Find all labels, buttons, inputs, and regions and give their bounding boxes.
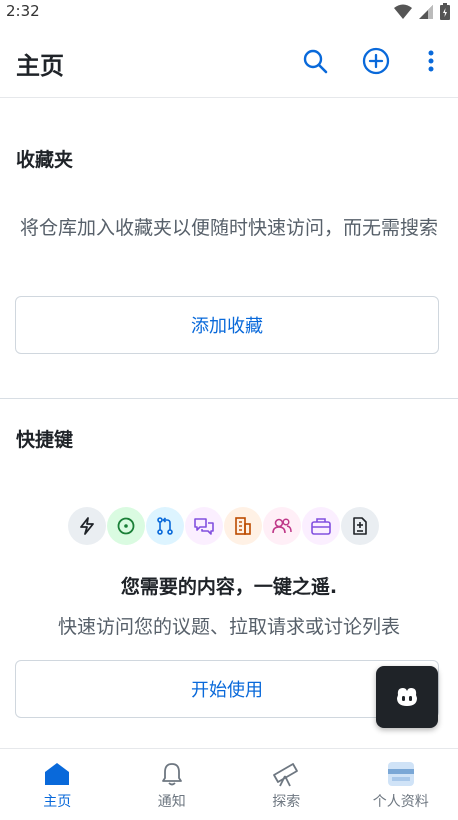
nav-profile[interactable]: 个人资料 <box>344 749 458 820</box>
issue-icon <box>107 507 145 545</box>
favorites-section: 收藏夹 将仓库加入收藏夹以便随时快速访问，而无需搜索 添加收藏 <box>0 99 458 399</box>
copilot-icon <box>397 688 417 706</box>
nav-home[interactable]: 主页 <box>0 749 115 820</box>
shortcut-icons <box>68 507 379 545</box>
nav-notifications-label: 通知 <box>157 794 186 810</box>
page-title: 主页 <box>16 52 64 80</box>
home-icon <box>45 763 70 785</box>
favorites-description: 将仓库加入收藏夹以便随时快速访问，而无需搜索 <box>19 217 438 239</box>
zap-icon <box>68 507 106 545</box>
bottom-navigation: 主页 通知 探索 个人资料 <box>0 748 458 820</box>
status-bar: 2:32 <box>0 0 458 24</box>
kebab-menu-icon <box>428 50 434 72</box>
avatar-icon <box>387 762 414 786</box>
signal-icon <box>419 4 433 19</box>
nav-notifications[interactable]: 通知 <box>115 749 230 820</box>
battery-icon <box>440 3 450 20</box>
add-favorite-button[interactable]: 添加收藏 <box>15 296 439 354</box>
nav-home-label: 主页 <box>43 794 72 810</box>
shortcuts-title: 快捷键 <box>16 429 74 451</box>
more-options-button[interactable] <box>416 46 446 76</box>
wifi-icon <box>394 4 412 19</box>
pull-request-icon <box>146 507 184 545</box>
discussion-icon <box>185 507 223 545</box>
nav-explore-label: 探索 <box>272 794 301 810</box>
telescope-icon <box>273 763 299 787</box>
status-time: 2:32 <box>6 2 40 20</box>
copilot-button[interactable] <box>376 666 438 728</box>
diff-icon <box>341 507 379 545</box>
shortcuts-tagline: 您需要的内容，一键之遥. <box>120 576 338 598</box>
bell-icon <box>161 763 182 786</box>
status-icons <box>394 3 450 20</box>
briefcase-icon <box>302 507 340 545</box>
favorites-title: 收藏夹 <box>16 149 74 171</box>
nav-profile-label: 个人资料 <box>372 794 429 810</box>
app-bar: 主页 <box>0 24 458 98</box>
people-icon <box>263 507 301 545</box>
shortcuts-description: 快速访问您的议题、拉取请求或讨论列表 <box>57 616 400 638</box>
organization-icon <box>224 507 262 545</box>
plus-circle-icon <box>362 47 390 75</box>
search-icon <box>303 49 328 74</box>
search-button[interactable] <box>300 46 330 76</box>
create-button[interactable] <box>361 46 391 76</box>
nav-explore[interactable]: 探索 <box>229 749 344 820</box>
